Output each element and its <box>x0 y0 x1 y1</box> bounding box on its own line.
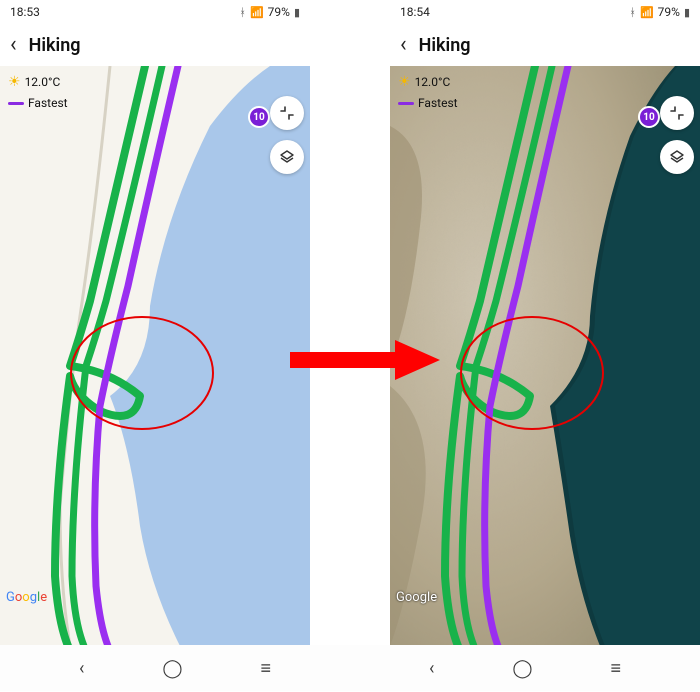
status-battery: 79% <box>658 5 680 19</box>
phone-left: 18:53 ᚼ 📶 79% ▮ ‹ Hiking ☀ <box>0 0 310 645</box>
collapse-button[interactable] <box>270 96 304 130</box>
legend-label: Fastest <box>418 96 458 110</box>
map-area-satellite[interactable]: ☀ 12.0°C Fastest 10 Google <box>390 66 700 645</box>
temperature-value: 12.0°C <box>415 75 451 89</box>
wifi-icon: 📶 <box>250 6 264 19</box>
status-time: 18:54 <box>400 5 430 19</box>
weather-icon: ☀ <box>8 74 21 90</box>
map-area-default[interactable]: ☀ 12.0°C Fastest 10 Google <box>0 66 310 645</box>
nav-home-button[interactable]: ◯ <box>512 658 532 679</box>
map-attribution: Google <box>6 590 47 605</box>
map-attribution: Google <box>396 590 437 605</box>
map-info-overlay: ☀ 12.0°C Fastest <box>398 74 458 110</box>
battery-icon: ▮ <box>684 6 690 19</box>
nav-recent-button[interactable]: ≡ <box>260 658 271 679</box>
legend-swatch <box>8 102 24 105</box>
layers-button[interactable] <box>270 140 304 174</box>
nav-back-button[interactable]: ‹ <box>79 658 84 679</box>
status-time: 18:53 <box>10 5 40 19</box>
legend-fastest: Fastest <box>8 96 68 110</box>
collapse-button[interactable] <box>660 96 694 130</box>
nav-back-button[interactable]: ‹ <box>429 658 434 679</box>
legend-swatch <box>398 102 414 105</box>
legend-label: Fastest <box>28 96 68 110</box>
nav-recent-button[interactable]: ≡ <box>610 658 621 679</box>
bluetooth-icon: ᚼ <box>239 6 246 19</box>
bluetooth-icon: ᚼ <box>629 6 636 19</box>
page-title: Hiking <box>419 35 471 56</box>
layers-button[interactable] <box>660 140 694 174</box>
app-header: ‹ Hiking <box>390 24 700 66</box>
phone-right: 18:54 ᚼ 📶 79% ▮ ‹ Hiking <box>390 0 700 645</box>
app-header: ‹ Hiking <box>0 24 310 66</box>
wifi-icon: 📶 <box>640 6 654 19</box>
android-nav-bar: ‹ ◯ ≡ ‹ ◯ ≡ <box>0 645 700 691</box>
route-number-badge: 10 <box>248 106 270 128</box>
nav-home-button[interactable]: ◯ <box>162 658 182 679</box>
status-bar: 18:53 ᚼ 📶 79% ▮ <box>0 0 310 24</box>
weather-icon: ☀ <box>398 74 411 90</box>
status-battery: 79% <box>268 5 290 19</box>
battery-icon: ▮ <box>294 6 300 19</box>
route-number-badge: 10 <box>638 106 660 128</box>
temperature-value: 12.0°C <box>25 75 61 89</box>
status-bar: 18:54 ᚼ 📶 79% ▮ <box>390 0 700 24</box>
legend-fastest: Fastest <box>398 96 458 110</box>
map-info-overlay: ☀ 12.0°C Fastest <box>8 74 68 110</box>
back-button[interactable]: ‹ <box>400 34 407 56</box>
back-button[interactable]: ‹ <box>10 34 17 56</box>
page-title: Hiking <box>29 35 81 56</box>
